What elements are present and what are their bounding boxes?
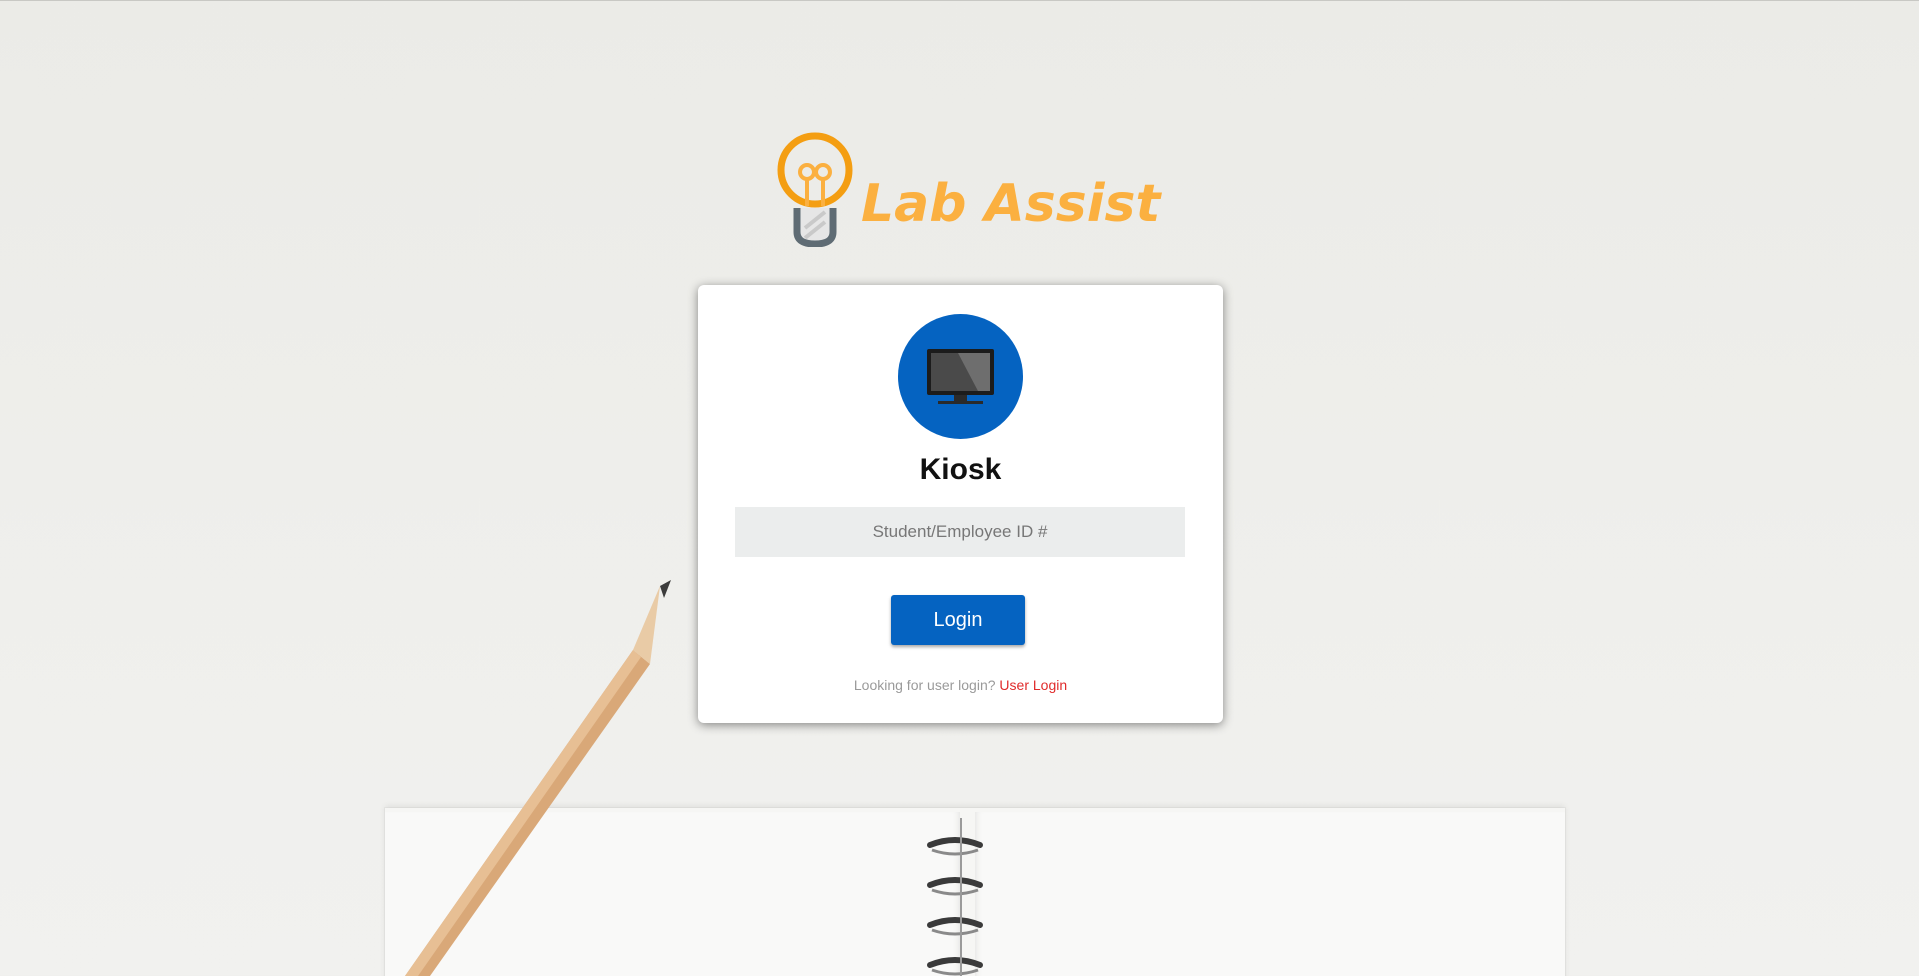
user-login-prompt-text: Looking for user login? — [853, 677, 996, 693]
kiosk-avatar — [898, 314, 1023, 439]
id-number-input[interactable] — [735, 507, 1185, 557]
login-button[interactable]: Login — [891, 595, 1025, 645]
page-title: Kiosk — [919, 453, 1002, 486]
kiosk-login-card: Kiosk Login Looking for user login? User… — [698, 285, 1223, 723]
user-login-link[interactable]: User Login — [999, 677, 1067, 693]
monitor-icon — [927, 349, 994, 404]
notebook-page-left — [385, 812, 960, 976]
notebook-page-right — [975, 812, 1565, 976]
brand-name: Lab Assist — [861, 174, 1161, 234]
brand-logo: Lab Assist — [775, 132, 1160, 247]
background-notebook — [385, 808, 1565, 976]
user-login-prompt: Looking for user login? User Login — [698, 677, 1223, 693]
lightbulb-icon — [777, 132, 853, 247]
top-border — [0, 0, 1919, 1]
